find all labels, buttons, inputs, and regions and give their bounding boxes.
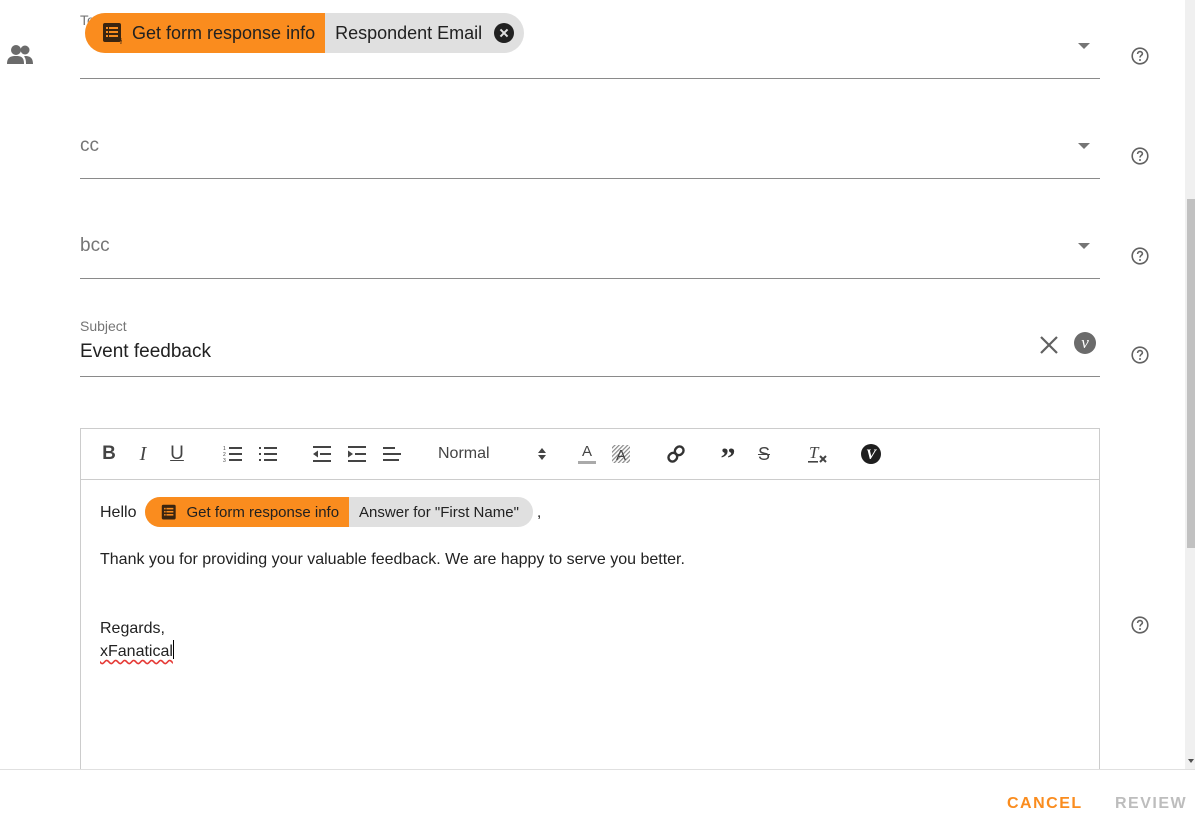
- closing-text: Regards,: [100, 620, 165, 637]
- strikethrough-button[interactable]: S: [754, 443, 774, 465]
- text-color-icon: A: [581, 443, 592, 460]
- chip-source: i Get form response info: [85, 13, 326, 53]
- text-color-swatch: [578, 461, 596, 464]
- format-select[interactable]: Normal: [438, 442, 546, 466]
- ordered-list-icon: 123: [223, 446, 242, 463]
- subject-input[interactable]: Event feedback: [80, 341, 211, 363]
- greeting-line: Hello Get form response info Answer for …: [100, 496, 1080, 528]
- chip-source-label: Get form response info: [132, 22, 316, 43]
- indent-icon: [348, 446, 366, 462]
- cc-field[interactable]: cc: [80, 100, 1100, 179]
- chip-value: Respondent Email: [325, 13, 524, 53]
- link-icon: [667, 445, 685, 463]
- svg-text:T: T: [809, 444, 820, 462]
- close-icon[interactable]: [1038, 334, 1060, 356]
- vertical-scrollbar[interactable]: [1185, 0, 1195, 769]
- link-button[interactable]: [665, 443, 687, 465]
- outdent-button[interactable]: [311, 443, 333, 465]
- underline-button[interactable]: U: [168, 443, 186, 465]
- email-form: To i Get form response info Respondent E…: [0, 0, 1185, 770]
- subject-label: Subject: [80, 318, 127, 334]
- form-response-icon: [162, 504, 177, 519]
- cc-placeholder: cc: [80, 135, 99, 156]
- indent-button[interactable]: [346, 443, 368, 465]
- chip-value: Answer for "First Name": [349, 497, 533, 527]
- scrollbar-thumb[interactable]: [1187, 199, 1195, 548]
- bcc-field[interactable]: bcc: [80, 200, 1100, 279]
- help-circle-icon[interactable]: [1131, 616, 1149, 634]
- editor-content[interactable]: Hello Get form response info Answer for …: [81, 480, 1099, 681]
- svg-text:i: i: [120, 37, 122, 44]
- help-circle-icon[interactable]: [1131, 147, 1149, 165]
- review-button[interactable]: REVIEW: [1115, 795, 1187, 813]
- help-circle-icon[interactable]: [1131, 47, 1149, 65]
- blockquote-button[interactable]: ”: [718, 443, 738, 474]
- scroll-down-arrow-icon[interactable]: [1188, 759, 1194, 763]
- variable-v-icon[interactable]: v: [1074, 332, 1096, 354]
- comma-text: ,: [536, 503, 542, 521]
- bullet-list-button[interactable]: [257, 443, 279, 465]
- signature-line: xFanatical: [100, 640, 1080, 663]
- bcc-placeholder: bcc: [80, 235, 110, 256]
- rich-text-editor: B I U 123 Normal A A ” S T V Hello Get f…: [80, 428, 1100, 770]
- text-caret: [172, 640, 174, 659]
- background-color-icon: A: [612, 445, 630, 464]
- svg-text:3: 3: [223, 458, 226, 463]
- chevron-down-icon[interactable]: [1078, 243, 1090, 249]
- outdent-icon: [313, 446, 331, 462]
- to-field[interactable]: To i Get form response info Respondent E…: [80, 0, 1100, 79]
- close-circle-icon[interactable]: [494, 23, 515, 43]
- insert-variable-button[interactable]: V: [860, 443, 882, 465]
- subject-field[interactable]: Subject Event feedback v: [80, 318, 1100, 377]
- align-left-icon: [383, 447, 401, 461]
- form-response-icon: i: [103, 23, 122, 44]
- background-color-button[interactable]: A: [611, 443, 631, 465]
- variable-v-icon: V: [861, 444, 881, 464]
- chip-value-label: Answer for "First Name": [359, 503, 519, 521]
- bold-button[interactable]: B: [100, 443, 118, 465]
- clear-formatting-button[interactable]: T: [807, 443, 829, 465]
- paragraph-text: Thank you for providing your valuable fe…: [100, 551, 685, 568]
- chip-source-label: Get form response info: [186, 503, 340, 521]
- svg-text:A: A: [616, 447, 626, 464]
- greeting-text: Hello: [100, 503, 137, 521]
- align-button[interactable]: [381, 443, 403, 465]
- editor-toolbar: B I U 123 Normal A A ” S T V: [81, 429, 1099, 480]
- select-arrows-icon: [538, 447, 546, 461]
- bullet-list-icon: [259, 447, 277, 461]
- chevron-down-icon[interactable]: [1078, 43, 1090, 49]
- chip-source: Get form response info: [145, 497, 350, 527]
- people-icon: [7, 45, 33, 64]
- clear-formatting-icon: T: [808, 444, 827, 463]
- first-name-variable-chip[interactable]: Get form response info Answer for "First…: [145, 497, 533, 527]
- signature-text: xFanatical: [100, 643, 173, 660]
- format-select-value: Normal: [438, 445, 490, 462]
- italic-button[interactable]: I: [134, 443, 152, 465]
- text-color-button[interactable]: A: [577, 443, 597, 465]
- help-circle-icon[interactable]: [1131, 247, 1149, 265]
- chevron-down-icon[interactable]: [1078, 143, 1090, 149]
- help-circle-icon[interactable]: [1131, 346, 1149, 364]
- dialog-footer: CANCEL REVIEW: [0, 769, 1195, 820]
- ordered-list-button[interactable]: 123: [222, 443, 244, 465]
- to-recipient-chip[interactable]: i Get form response info Respondent Emai…: [85, 13, 525, 53]
- cancel-button[interactable]: CANCEL: [1007, 795, 1083, 813]
- chip-value-label: Respondent Email: [335, 22, 483, 43]
